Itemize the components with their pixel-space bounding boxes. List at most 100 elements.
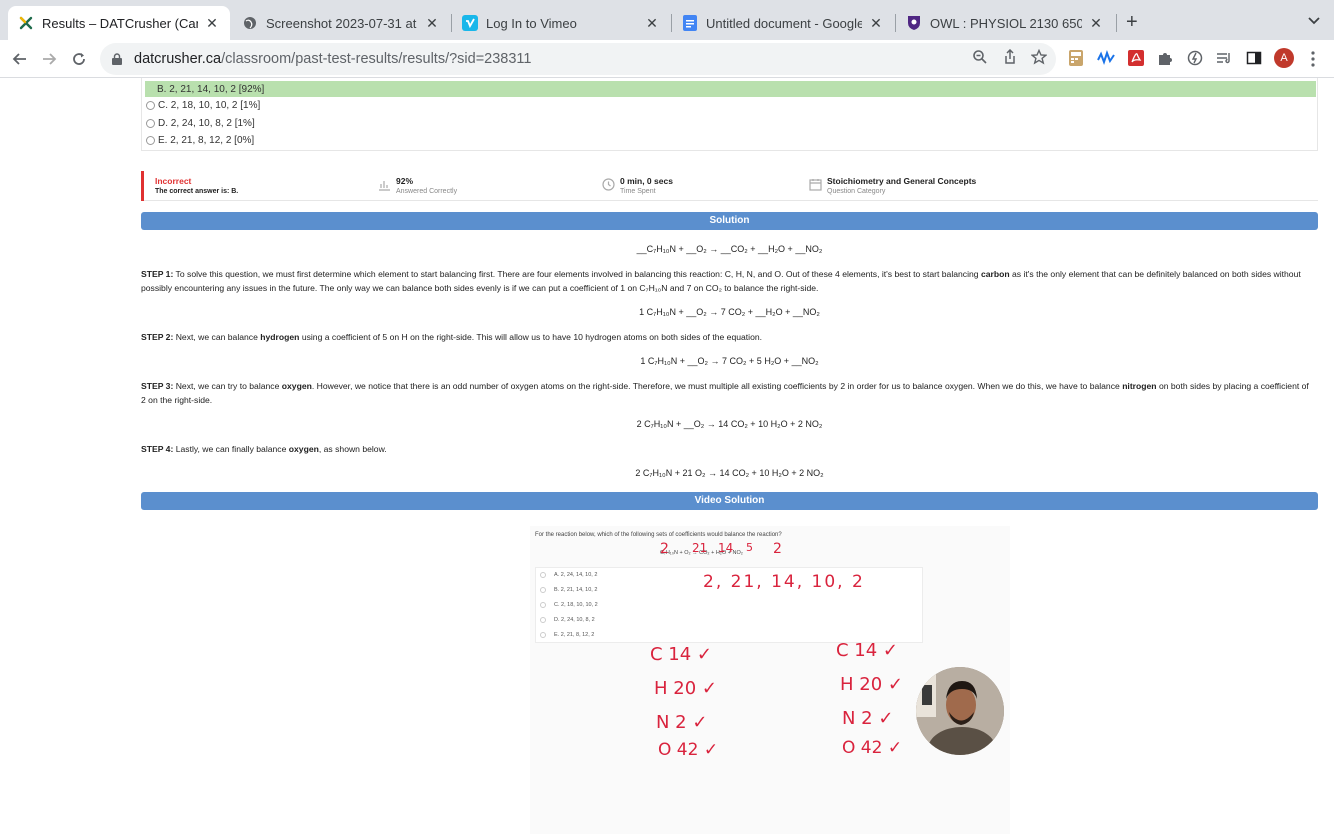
step-label: STEP 4: — [141, 444, 174, 454]
step-1: STEP 1: To solve this question, we must … — [141, 267, 1311, 295]
video-option: E. 2, 21, 8, 12, 2 — [540, 632, 594, 638]
radio-icon — [540, 632, 546, 638]
more-menu-icon[interactable] — [1307, 49, 1319, 69]
video-option-label: A. 2, 24, 14, 10, 2 — [554, 572, 598, 578]
equation-step-1: 1 C₇H₁₀N + __O₂ → 7 CO₂ + __H₂O + __NO₂ — [639, 307, 820, 317]
equation-unbalanced: __C₇H₁₀N + __O₂ → __CO₂ + __H₂O + __NO₂ — [636, 244, 823, 254]
close-tab-icon[interactable]: ✕ — [1088, 15, 1104, 31]
handwritten-coefficient: 2 — [660, 541, 669, 557]
step-label: STEP 2: — [141, 332, 174, 342]
tab-google-docs[interactable]: Untitled document - Google Do ✕ — [672, 6, 894, 40]
tab-datcrusher-results[interactable]: Results – DATCrusher (Canadia ✕ — [8, 6, 230, 40]
address-bar[interactable]: datcrusher.ca/classroom/past-test-result… — [100, 43, 1056, 75]
back-button[interactable] — [9, 48, 31, 70]
status-text: Incorrect — [155, 176, 192, 186]
handwritten-check: O 42 ✓ — [658, 740, 719, 760]
step-bold: oxygen — [281, 381, 312, 391]
chevron-down-icon[interactable] — [1306, 12, 1322, 28]
puzzle-extension-icon[interactable] — [1156, 49, 1174, 67]
reading-list-icon[interactable] — [1215, 49, 1233, 67]
tab-strip: Results – DATCrusher (Canadia ✕ Screensh… — [0, 0, 1334, 40]
reload-button[interactable] — [68, 48, 90, 70]
answer-option-label: B. 2, 21, 14, 10, 2 [92%] — [157, 83, 265, 95]
answer-option-b[interactable]: B. 2, 21, 14, 10, 2 [92%] — [145, 81, 1316, 97]
video-option-label: B. 2, 21, 14, 10, 2 — [554, 587, 598, 593]
bar-chart-icon — [379, 181, 390, 191]
close-tab-icon[interactable]: ✕ — [868, 15, 884, 31]
tab-screenshot[interactable]: Screenshot 2023-07-31 at 5.0 ✕ — [232, 6, 450, 40]
radio-icon — [540, 617, 546, 623]
answer-option-label: D. 2, 24, 10, 8, 2 [1%] — [158, 117, 255, 129]
answered-correctly-label: Answered Correctly — [396, 188, 458, 195]
step-bold: hydrogen — [260, 332, 300, 342]
calculator-extension-icon[interactable] — [1067, 49, 1085, 67]
handwritten-coefficient: 21 — [692, 541, 708, 555]
handwritten-check: N 2 ✓ — [842, 708, 894, 729]
share-icon[interactable] — [1001, 48, 1019, 66]
answer-options-card: B. 2, 21, 14, 10, 2 [92%] C. 2, 18, 10, … — [141, 78, 1318, 151]
solution-header: Solution — [141, 212, 1318, 230]
video-option: A. 2, 24, 14, 10, 2 — [540, 572, 597, 578]
video-question-text: For the reaction below, which of the fol… — [535, 532, 782, 538]
handwritten-check: C 14 ✓ — [650, 644, 712, 665]
star-icon[interactable] — [1030, 48, 1048, 66]
handwritten-check: C 14 ✓ — [836, 640, 898, 661]
step-2: STEP 2: Next, we can balance hydrogen us… — [141, 330, 1311, 344]
tab-title: Untitled document - Google Do — [706, 15, 862, 31]
zoom-icon[interactable] — [971, 48, 989, 66]
step-text: To solve this question, we must first de… — [173, 269, 981, 279]
tab-title: OWL : PHYSIOL 2130 650 SU2 — [930, 15, 1082, 31]
step-text: Next, we can try to balance — [173, 381, 282, 391]
video-option: B. 2, 21, 14, 10, 2 — [540, 587, 597, 593]
tab-vimeo[interactable]: Log In to Vimeo ✕ — [452, 6, 670, 40]
close-tab-icon[interactable]: ✕ — [424, 15, 440, 31]
calendar-icon — [809, 179, 822, 191]
handwritten-coefficient: 14 — [718, 541, 734, 555]
pdf-extension-icon[interactable] — [1127, 49, 1145, 67]
close-tab-icon[interactable]: ✕ — [204, 15, 220, 31]
video-option-label: D. 2, 24, 10, 8, 2 — [554, 617, 595, 623]
close-tab-icon[interactable]: ✕ — [644, 15, 660, 31]
tab-owl[interactable]: OWL : PHYSIOL 2130 650 SU2 ✕ — [896, 6, 1114, 40]
answered-correctly-stat: 92% Answered Correctly — [379, 176, 458, 195]
step-text: Next, we can balance — [173, 332, 261, 342]
clock-icon — [602, 178, 615, 191]
handwritten-check: H 20 ✓ — [654, 678, 717, 699]
profile-avatar[interactable]: A — [1274, 48, 1294, 68]
answer-option-label: C. 2, 18, 10, 10, 2 [1%] — [158, 99, 261, 111]
browser-toolbar: datcrusher.ca/classroom/past-test-result… — [0, 40, 1334, 78]
radio-icon — [540, 587, 546, 593]
answer-option-c[interactable]: C. 2, 18, 10, 10, 2 [1%] — [146, 97, 260, 113]
forward-button[interactable] — [38, 48, 60, 70]
answer-option-e[interactable]: E. 2, 21, 8, 12, 2 [0%] — [146, 132, 254, 148]
handwritten-coefficient: 5 — [746, 541, 753, 554]
result-status: Incorrect The correct answer is: B. — [155, 176, 238, 195]
step-4: STEP 4: Lastly, we can finally balance o… — [141, 442, 1311, 456]
step-text: . However, we notice that there is an od… — [311, 381, 1123, 391]
radio-icon[interactable] — [146, 118, 155, 128]
step-3: STEP 3: Next, we can try to balance oxyg… — [141, 379, 1311, 407]
lock-icon[interactable] — [112, 52, 126, 66]
handwritten-check: N 2 ✓ — [656, 712, 708, 733]
radio-icon[interactable] — [146, 100, 155, 110]
google-docs-icon — [682, 15, 698, 31]
video-option-label: E. 2, 21, 8, 12, 2 — [554, 632, 595, 638]
step-label: STEP 1: — [141, 269, 174, 279]
video-option: D. 2, 24, 10, 8, 2 — [540, 617, 595, 623]
tab-title: Screenshot 2023-07-31 at 5.0 — [266, 15, 418, 31]
step-text: Lastly, we can finally balance — [173, 444, 289, 454]
handwritten-check: H 20 ✓ — [840, 674, 903, 695]
owl-shield-icon — [906, 15, 922, 31]
arrow-right-icon — [43, 53, 57, 65]
side-panel-icon[interactable] — [1245, 49, 1263, 67]
wave-extension-icon[interactable] — [1097, 49, 1115, 67]
correct-answer-text: The correct answer is: B. — [155, 188, 239, 195]
radio-icon[interactable] — [146, 135, 155, 145]
new-tab-button[interactable]: + — [1126, 12, 1138, 32]
vimeo-icon — [462, 15, 478, 31]
answer-option-label: E. 2, 21, 8, 12, 2 [0%] — [158, 134, 255, 146]
answered-correctly-value: 92% — [396, 176, 414, 186]
speed-extension-icon[interactable] — [1186, 49, 1204, 67]
url-host: datcrusher.ca — [134, 51, 222, 67]
answer-option-d[interactable]: D. 2, 24, 10, 8, 2 [1%] — [146, 115, 255, 131]
